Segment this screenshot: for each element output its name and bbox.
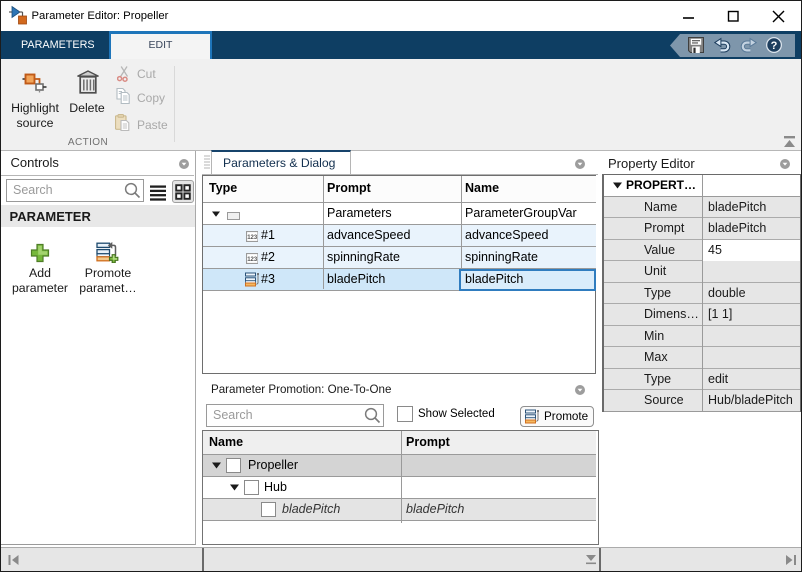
svg-text:?: ?	[771, 40, 778, 52]
svg-text:123: 123	[247, 235, 258, 241]
svg-text:123: 123	[247, 257, 258, 263]
